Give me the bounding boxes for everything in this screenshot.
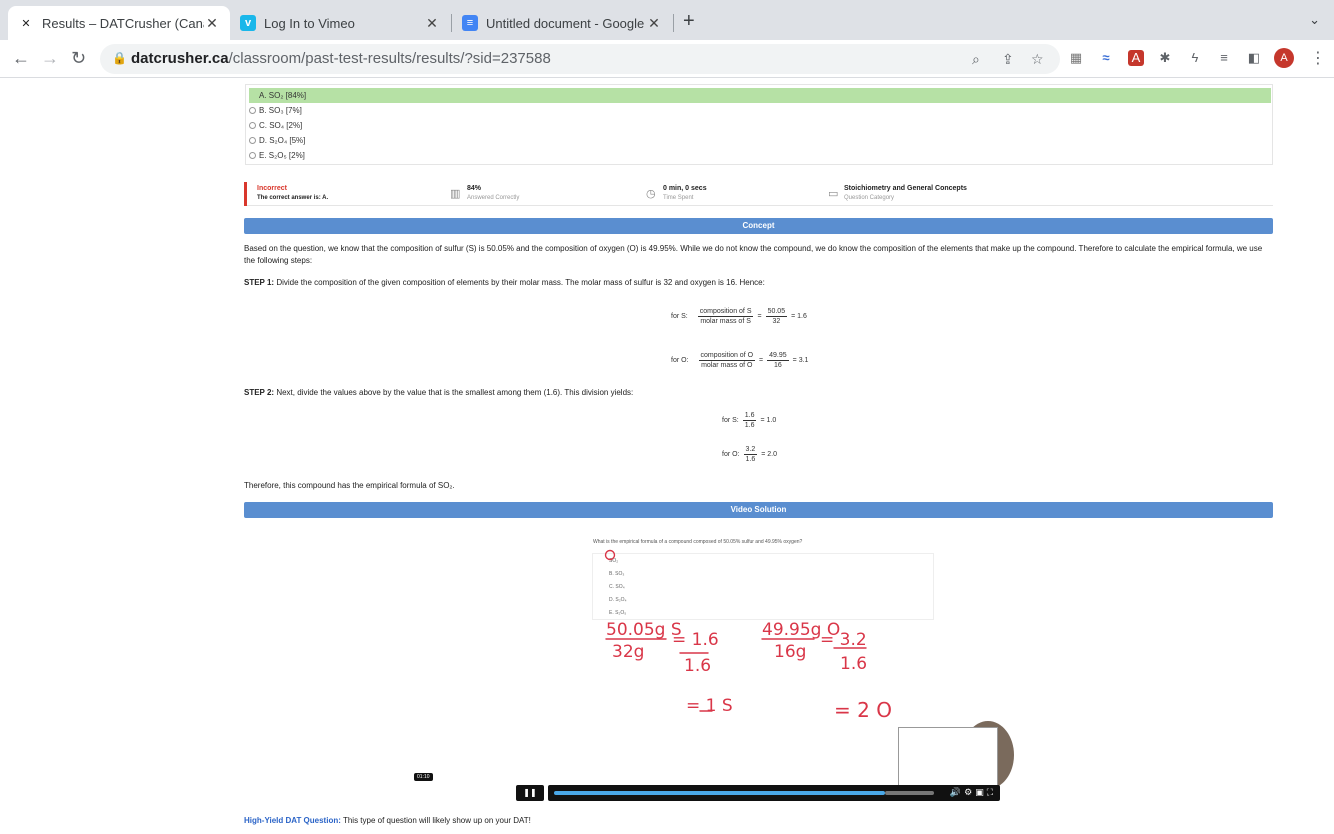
side-panel-icon[interactable]: ◧ — [1246, 50, 1262, 66]
address-bar[interactable]: 🔒 datcrusher.ca/classroom/past-test-resu… — [100, 44, 1060, 74]
result-summary: Incorrect The correct answer is: A. ▥ 84… — [244, 182, 1273, 206]
video-thumbnail-preview — [898, 727, 998, 787]
profile-avatar[interactable]: A — [1274, 48, 1294, 68]
radio-icon — [249, 122, 256, 129]
video-time-tooltip: 01:10 — [414, 773, 433, 781]
back-arrow-icon[interactable]: ← — [12, 48, 30, 69]
video-player[interactable]: What is the empirical formula of a compo… — [514, 531, 1014, 804]
new-tab-button[interactable]: + — [683, 10, 695, 33]
bar-chart-icon: ▥ — [450, 188, 461, 200]
extension-bolt-icon[interactable]: ϟ — [1187, 50, 1203, 66]
step-1: STEP 1: Divide the composition of the gi… — [244, 278, 765, 287]
handwritten-oxygen-divisor: 1.6 — [840, 654, 867, 674]
video-progress-remaining — [885, 791, 934, 795]
answer-option-a: A. SO₂ [84%] — [249, 88, 1271, 103]
time-spent: 0 min, 0 secs Time Spent — [663, 185, 707, 201]
video-control-icons[interactable]: 🔊⚙▣⛶ — [950, 787, 996, 798]
radio-icon — [249, 107, 256, 114]
tab-title: Log In to Vimeo — [264, 15, 355, 31]
answer-option-d: D. S₂O₄ [5%] — [249, 133, 305, 148]
result-status: Incorrect The correct answer is: A. — [257, 185, 329, 201]
extension-wave-icon[interactable]: ≈ — [1098, 50, 1114, 66]
handwritten-oxygen-result: = 2 O — [834, 698, 892, 722]
handwritten-sulfur-mass: 50.05g S — [606, 620, 682, 640]
question-category: Stoichiometry and General Concepts Quest… — [844, 185, 967, 201]
datcrusher-icon: ✕ — [21, 17, 31, 30]
handwritten-sulfur-ratio: = 1.6 — [672, 630, 719, 650]
radio-icon — [249, 137, 256, 144]
concept-intro: Based on the question, we know that the … — [244, 244, 1263, 265]
tab-search-chevron-icon[interactable]: ⌄ — [1309, 12, 1320, 28]
handwritten-sulfur-molar: 32g — [612, 642, 644, 662]
close-tab-icon[interactable]: ✕ — [204, 15, 220, 32]
google-docs-icon: ≡ — [462, 15, 478, 31]
radio-icon — [249, 152, 256, 159]
share-icon[interactable]: ⇪ — [1002, 51, 1014, 68]
url-text: datcrusher.ca/classroom/past-test-result… — [131, 50, 551, 67]
answer-option-b: B. SO₃ [7%] — [249, 103, 302, 118]
vimeo-icon: v — [240, 15, 256, 31]
video-progress-track[interactable]: 🔊⚙▣⛶ — [548, 785, 1000, 801]
zoom-icon[interactable]: ⌕ — [972, 51, 980, 68]
conclusion: Therefore, this compound has the empiric… — [244, 481, 455, 490]
handwritten-sulfur-result: = 1 S — [686, 696, 733, 716]
media-control-icon[interactable]: ≡ — [1216, 50, 1232, 66]
extension-pdf-icon[interactable]: A — [1128, 50, 1144, 66]
extension-calculator-icon[interactable]: ▦ — [1068, 50, 1084, 66]
concept-header: Concept — [244, 218, 1273, 234]
handwritten-oxygen-molar: 16g — [774, 642, 806, 662]
tab-strip: ✕ Results – DATCrusher (Canada ✕ v Log I… — [0, 0, 1334, 40]
equation-sulfur: for S: composition of Smolar mass of S =… — [671, 308, 807, 325]
tab-vimeo[interactable]: v Log In to Vimeo ✕ — [230, 6, 450, 40]
ratio-sulfur: for S: 1.6 1.6 = 1.0 — [722, 412, 777, 429]
ratio-oxygen: for O: 3.2 1.6 = 2.0 — [722, 446, 778, 463]
high-yield-note: High-Yield DAT Question: This type of qu… — [244, 816, 531, 825]
answer-option-c: C. SO₄ [2%] — [249, 118, 302, 133]
browser-menu-icon[interactable]: ⋮ — [1310, 48, 1326, 68]
handwritten-oxygen-ratio: = 3.2 — [820, 630, 867, 650]
page-content: A. SO₂ [84%] B. SO₃ [7%] C. SO₄ [2%] D. … — [0, 79, 1334, 834]
video-progress-fill — [554, 791, 885, 795]
video-controls: ❚❚ 🔊⚙▣⛶ — [514, 784, 1002, 802]
handwritten-sulfur-divisor: 1.6 — [684, 656, 711, 676]
calendar-icon: ▭ — [828, 188, 839, 200]
clock-icon: ◷ — [646, 188, 656, 200]
answer-option-e: E. S₂O₅ [2%] — [249, 148, 305, 163]
tab-title: Untitled document - Google Do — [486, 15, 646, 31]
browser-toolbar: ← → ↻ 🔒 datcrusher.ca/classroom/past-tes… — [0, 40, 1334, 78]
extensions-puzzle-icon[interactable]: ✱ — [1157, 50, 1173, 66]
tab-datcrusher[interactable]: ✕ Results – DATCrusher (Canada ✕ — [8, 6, 230, 40]
bookmark-star-icon[interactable]: ☆ — [1031, 51, 1044, 68]
percent-correct: 84% Answered Correctly — [467, 185, 520, 201]
forward-arrow-icon[interactable]: → — [41, 48, 59, 69]
close-tab-icon[interactable]: ✕ — [424, 15, 440, 32]
tab-google-docs[interactable]: ≡ Untitled document - Google Do ✕ — [452, 6, 672, 40]
pause-button[interactable]: ❚❚ — [516, 785, 544, 801]
incorrect-indicator — [244, 182, 247, 206]
tab-title: Results – DATCrusher (Canada — [42, 15, 204, 31]
video-solution-header: Video Solution — [244, 502, 1273, 518]
equation-oxygen: for O: composition of Omolar mass of O =… — [671, 352, 809, 369]
close-tab-icon[interactable]: ✕ — [646, 15, 662, 32]
reload-icon[interactable]: ↻ — [71, 48, 86, 69]
answer-options: A. SO₂ [84%] B. SO₃ [7%] C. SO₄ [2%] D. … — [245, 84, 1273, 165]
lock-icon: 🔒 — [112, 51, 127, 65]
step-2: STEP 2: Next, divide the values above by… — [244, 388, 634, 397]
